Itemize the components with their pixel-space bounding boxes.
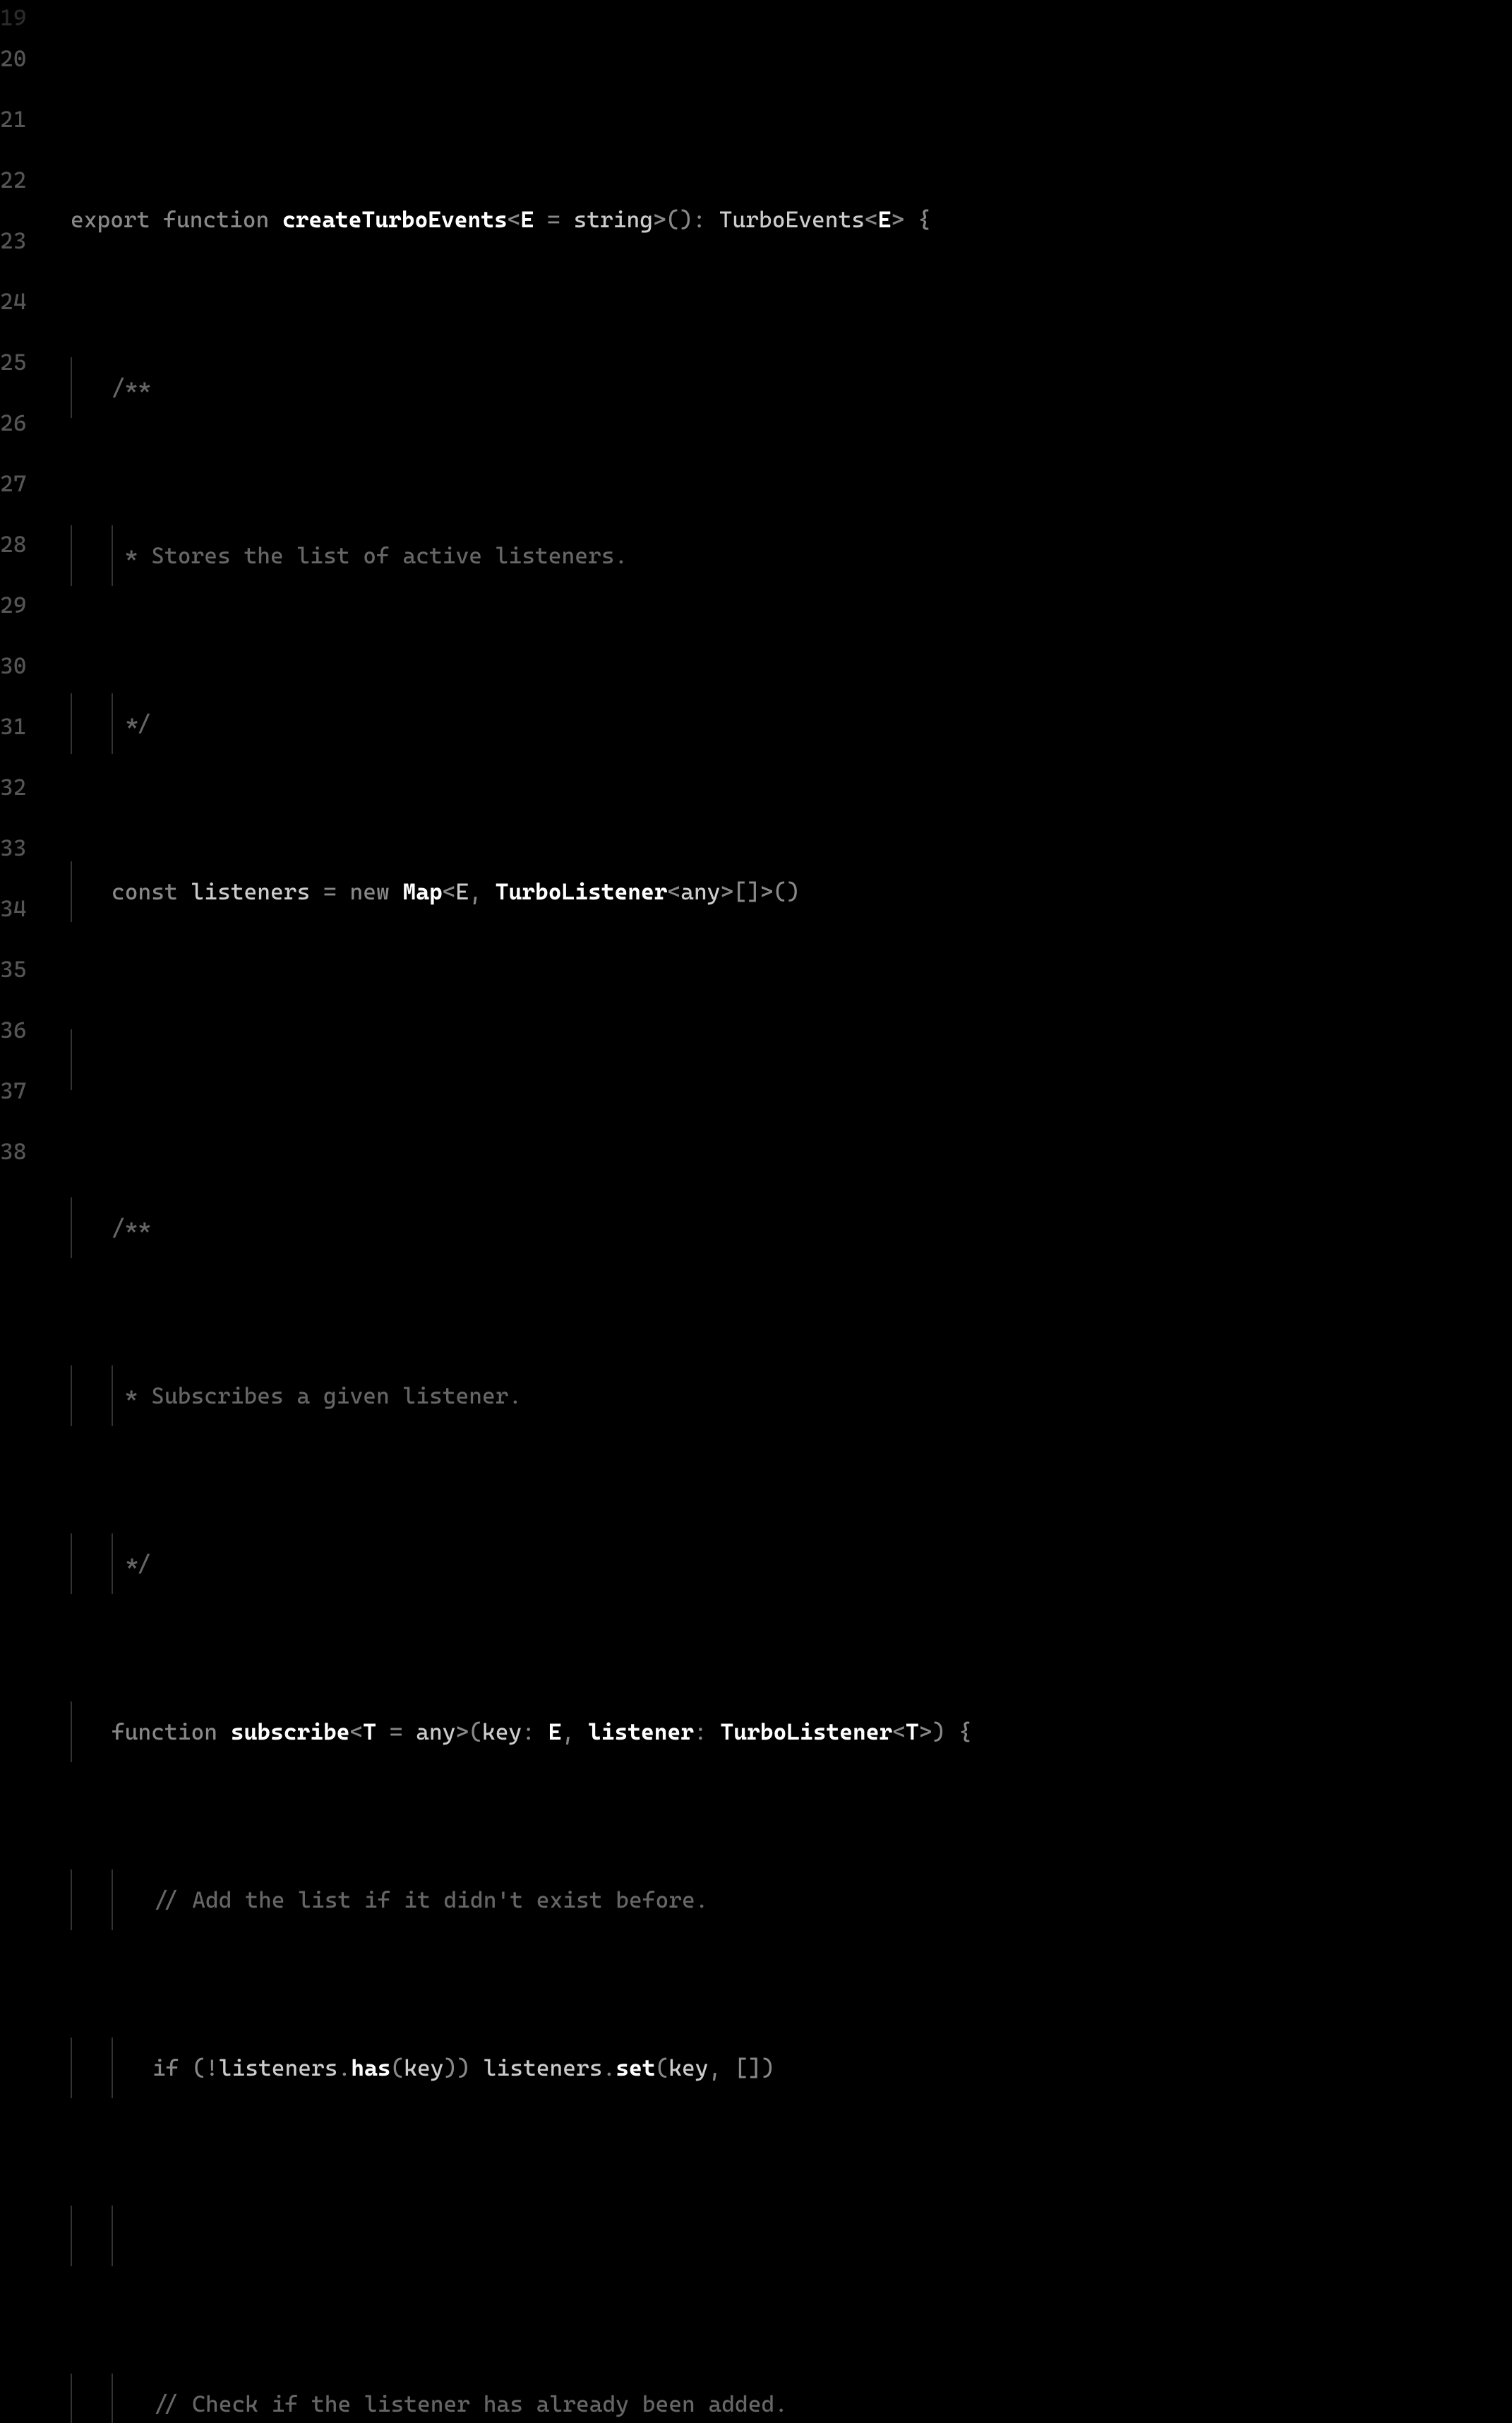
line-number: 34 xyxy=(0,878,51,939)
line-number: 23 xyxy=(0,210,51,271)
line-number: 28 xyxy=(0,514,51,575)
line-number: 21 xyxy=(0,89,51,150)
line-number: 33 xyxy=(0,818,51,878)
line-number: 24 xyxy=(0,271,51,332)
code-line[interactable]: export function createTurboEvents<E = st… xyxy=(71,189,1512,250)
line-number-gutter: 19 20 21 22 23 24 25 26 27 28 29 30 31 3… xyxy=(0,7,71,2423)
line-number: 38 xyxy=(0,1121,51,1182)
line-number: 25 xyxy=(0,332,51,393)
line-number: 35 xyxy=(0,939,51,1000)
code-line[interactable]: function subscribe<T = any>(key: E, list… xyxy=(71,1701,1512,1762)
line-number: 26 xyxy=(0,393,51,453)
line-number: 31 xyxy=(0,696,51,757)
code-line[interactable]: * Stores the list of active listeners. xyxy=(71,525,1512,586)
line-number: 27 xyxy=(0,453,51,514)
line-number: 22 xyxy=(0,150,51,210)
code-line[interactable] xyxy=(71,2206,1512,2266)
code-line[interactable]: // Add the list if it didn't exist befor… xyxy=(71,1869,1512,1930)
line-number: 30 xyxy=(0,635,51,696)
code-line[interactable]: // Check if the listener has already bee… xyxy=(71,2374,1512,2423)
line-number: 19 xyxy=(0,7,51,28)
code-line[interactable]: */ xyxy=(71,693,1512,754)
line-number: 32 xyxy=(0,757,51,818)
code-content[interactable]: export function createTurboEvents<E = st… xyxy=(71,7,1512,2423)
code-line[interactable]: const listeners = new Map<E, TurboListen… xyxy=(71,861,1512,922)
code-line[interactable] xyxy=(71,1029,1512,1090)
code-line[interactable]: /** xyxy=(71,357,1512,418)
code-line[interactable]: /** xyxy=(71,1197,1512,1258)
line-number: 29 xyxy=(0,575,51,635)
code-editor[interactable]: 19 20 21 22 23 24 25 26 27 28 29 30 31 3… xyxy=(0,0,1512,2423)
line-number: 37 xyxy=(0,1060,51,1121)
code-line[interactable]: */ xyxy=(71,1533,1512,1594)
code-line[interactable]: * Subscribes a given listener. xyxy=(71,1365,1512,1426)
code-line[interactable]: if (!listeners.has(key)) listeners.set(k… xyxy=(71,2038,1512,2098)
line-number: 20 xyxy=(0,28,51,89)
line-number: 36 xyxy=(0,1000,51,1060)
